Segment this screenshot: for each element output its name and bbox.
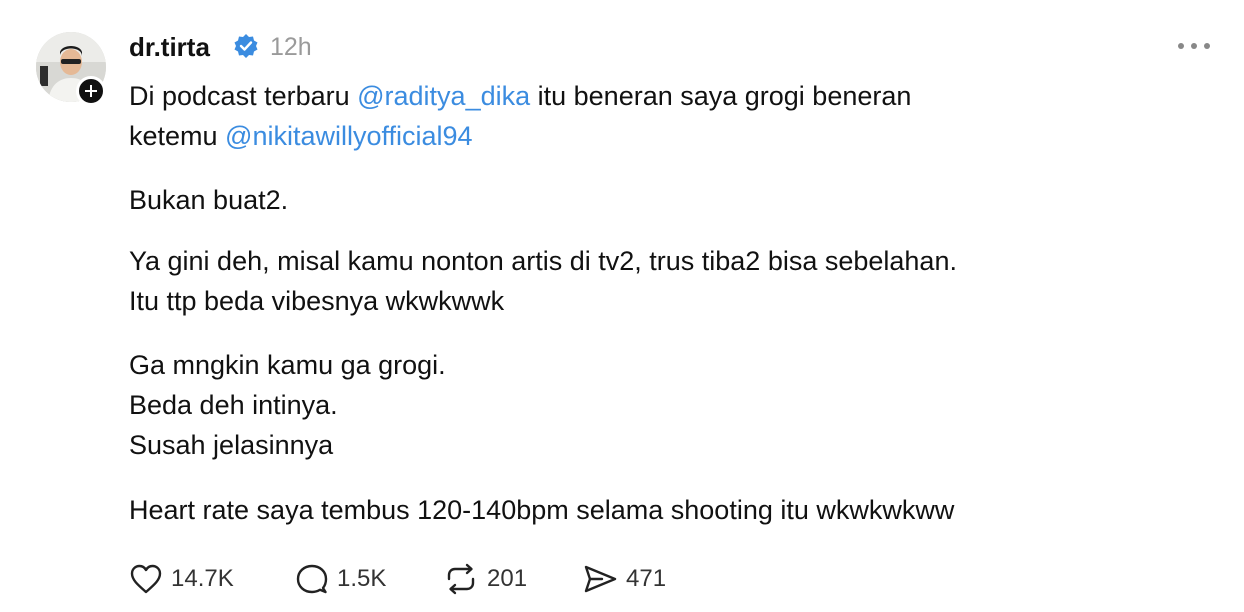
text: ketemu bbox=[129, 121, 226, 151]
plus-icon bbox=[85, 85, 97, 97]
avatar-container[interactable] bbox=[36, 32, 106, 106]
text-line: Ga mngkin kamu ga grogi. bbox=[129, 350, 446, 380]
text: itu beneran saya grogi beneran bbox=[530, 81, 912, 111]
follow-button[interactable] bbox=[76, 76, 106, 106]
reply-count: 1.5K bbox=[337, 565, 387, 592]
reply-button[interactable]: 1.5K bbox=[295, 559, 386, 599]
post-paragraph: Bukan buat2. bbox=[129, 185, 289, 215]
share-button[interactable]: 471 bbox=[582, 559, 666, 599]
comment-icon bbox=[296, 564, 328, 594]
post-paragraph: Ga mngkin kamu ga grogi. Beda deh intiny… bbox=[129, 345, 446, 465]
more-horizontal-icon bbox=[1178, 43, 1210, 49]
thread-post: dr.tirta 12h Di podcast terbaru @raditya… bbox=[0, 0, 1244, 612]
mention-link[interactable]: @raditya_dika bbox=[357, 81, 530, 111]
heart-icon bbox=[130, 564, 162, 594]
post-paragraph: Ya gini deh, misal kamu nonton artis di … bbox=[129, 241, 957, 321]
text-line: Ya gini deh, misal kamu nonton artis di … bbox=[129, 246, 957, 276]
like-button[interactable]: 14.7K bbox=[129, 559, 234, 599]
more-options-button[interactable] bbox=[1172, 34, 1216, 58]
text: Di podcast terbaru bbox=[129, 81, 358, 111]
verified-badge-icon bbox=[234, 34, 258, 58]
repost-button[interactable]: 201 bbox=[443, 559, 527, 599]
post-paragraph: Heart rate saya tembus 120-140bpm selama… bbox=[129, 495, 955, 525]
share-count: 471 bbox=[626, 565, 667, 592]
text-line: Susah jelasinnya bbox=[129, 430, 334, 460]
repost-icon bbox=[447, 563, 475, 595]
mention-link[interactable]: @nikitawillyofficial94 bbox=[225, 121, 473, 151]
send-icon bbox=[584, 565, 617, 593]
text-line: Beda deh intinya. bbox=[129, 390, 338, 420]
post-timestamp: 12h bbox=[270, 33, 312, 61]
like-count: 14.7K bbox=[171, 565, 234, 592]
username[interactable]: dr.tirta bbox=[129, 31, 210, 63]
text-line: Itu ttp beda vibesnya wkwkwwk bbox=[129, 286, 505, 316]
post-paragraph: Di podcast terbaru @raditya_dika itu ben… bbox=[129, 76, 911, 156]
repost-count: 201 bbox=[487, 565, 528, 592]
